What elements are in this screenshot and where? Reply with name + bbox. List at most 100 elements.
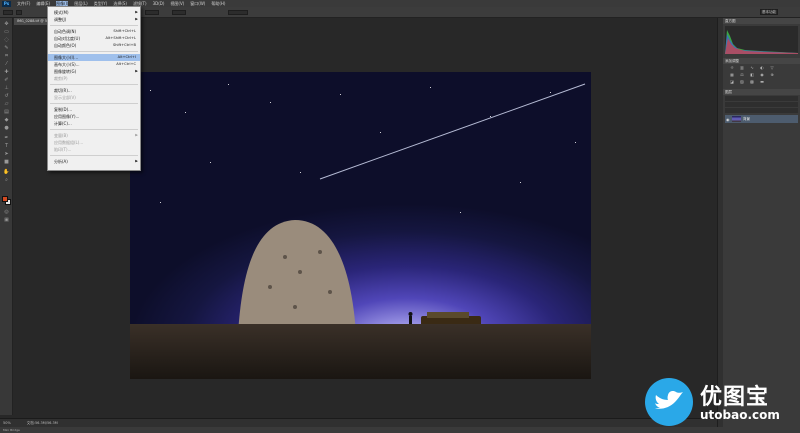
screen-mode-icon[interactable]: ▣ <box>3 218 10 223</box>
quick-mask-icon[interactable]: ◎ <box>3 210 10 215</box>
dodge-tool-icon[interactable]: ● <box>3 126 10 131</box>
image-menu-dropdown: 模式(M) ▶ 调整(J) ▶ 自动色调(N) Shift+Ctrl+L 自动对比度(U) A… <box>47 6 141 171</box>
watermark-name: 优图宝 <box>700 385 770 410</box>
document-image <box>130 72 591 379</box>
refine-edge-button[interactable] <box>228 10 248 15</box>
posterize-icon[interactable]: ▨ <box>739 79 745 84</box>
lock-row[interactable] <box>725 108 798 113</box>
gradient-tool-icon[interactable]: ▤ <box>3 110 10 115</box>
type-tool-icon[interactable]: T <box>3 144 10 149</box>
path-select-tool-icon[interactable]: ➤ <box>3 152 10 157</box>
foreground-color-swatch[interactable] <box>2 196 8 202</box>
workspace-select[interactable]: 基本功能 <box>760 9 778 15</box>
black-white-icon[interactable]: ◧ <box>749 72 755 77</box>
layers-tab[interactable]: 图层 <box>723 89 800 95</box>
menu-item-label: 分析(A) <box>54 159 68 164</box>
submenu-arrow-icon: ▶ <box>135 17 138 21</box>
bird-icon <box>655 391 683 409</box>
submenu-arrow-icon: ▶ <box>135 69 138 73</box>
blur-tool-icon[interactable]: ◆ <box>3 118 10 123</box>
menu-help[interactable]: 帮助(H) <box>211 1 225 7</box>
image-menu-item: 应用数据组(L)... <box>48 139 140 146</box>
image-menu-item[interactable]: 计算(C)... <box>48 120 140 127</box>
menu-file[interactable]: 文件(F) <box>17 1 30 7</box>
channel-mixer-icon[interactable]: ⊕ <box>769 72 775 77</box>
image-menu-item[interactable]: 图像大小(I)... Alt+Ctrl+I <box>48 54 140 61</box>
image-menu-item[interactable]: 应用图像(Y)... <box>48 113 140 120</box>
document-size[interactable]: 文档:56.3M/56.3M <box>27 421 58 426</box>
image-menu-item[interactable]: 自动色调(N) Shift+Ctrl+L <box>48 28 140 35</box>
blend-mode-row[interactable] <box>725 102 798 107</box>
mini-bridge-tab[interactable]: Mini Bridge <box>3 428 20 432</box>
exposure-icon[interactable]: ◐ <box>759 65 765 70</box>
layer-background[interactable]: ◉ 背景 <box>725 115 798 123</box>
image-menu-item[interactable]: 复制(D)... <box>48 106 140 113</box>
image-menu-item[interactable]: 画布大小(S)... Alt+Ctrl+C <box>48 61 140 68</box>
histogram-tab[interactable]: 直方图 <box>723 18 800 24</box>
image-menu-item[interactable]: 自动对比度(U) Alt+Shift+Ctrl+L <box>48 35 140 42</box>
ground <box>130 324 591 379</box>
levels-icon[interactable]: ▥ <box>739 65 745 70</box>
mini-bridge-bar: Mini Bridge <box>0 427 800 433</box>
menu-item-label: 陷印(T)... <box>54 147 72 152</box>
gradient-map-icon[interactable]: ▬ <box>759 79 765 84</box>
zoom-level[interactable]: 50% <box>3 421 11 425</box>
pen-tool-icon[interactable]: ✒ <box>3 136 10 141</box>
eraser-tool-icon[interactable]: ▱ <box>3 102 10 107</box>
menu-item-label: 复制(D)... <box>54 107 73 112</box>
image-menu-item[interactable]: 自动颜色(O) Shift+Ctrl+B <box>48 42 140 49</box>
healing-brush-tool-icon[interactable]: ✚ <box>3 70 10 75</box>
menu-3d[interactable]: 3D(D) <box>153 1 165 6</box>
image-menu-item[interactable]: 分析(A) ▶ <box>48 158 140 165</box>
invert-icon[interactable]: ◪ <box>729 79 735 84</box>
tools-panel: ✥ ▭ ◌ ✎ ⌗ ⁄ ✚ ✐ ⊥ ↺ ▱ ▤ ◆ ● ✒ T ➤ ■ ✋ ⌕ … <box>0 18 13 415</box>
right-panels: 直方图 添加调整 ☼ ▥ ∿ ◐ ▽ ▦ ⚖ ◧ ◉ ⊕ ◪ ▨ ▩ ▬ 图层 … <box>723 18 800 427</box>
marquee-tool-icon[interactable]: ▭ <box>3 30 10 35</box>
hue-saturation-icon[interactable]: ▦ <box>729 72 735 77</box>
ps-logo: Ps <box>2 0 11 7</box>
menu-item-label: 图像大小(I)... <box>54 55 79 60</box>
layer-filter-row[interactable] <box>725 96 798 101</box>
menu-item-label: 图像旋转(G) <box>54 69 77 74</box>
color-balance-icon[interactable]: ⚖ <box>739 72 745 77</box>
lasso-tool-icon[interactable]: ◌ <box>3 38 10 43</box>
watermark-url: utobao.com <box>700 408 780 422</box>
history-brush-tool-icon[interactable]: ↺ <box>3 94 10 99</box>
option-field[interactable] <box>172 10 186 15</box>
brush-tool-icon[interactable]: ✐ <box>3 78 10 83</box>
eye-icon[interactable]: ◉ <box>726 117 730 122</box>
eyedropper-tool-icon[interactable]: ⁄ <box>3 62 10 67</box>
clone-stamp-tool-icon[interactable]: ⊥ <box>3 86 10 91</box>
image-menu-item: 陷印(T)... <box>48 146 140 153</box>
image-menu-item[interactable]: 裁切(R)... <box>48 87 140 94</box>
curves-icon[interactable]: ∿ <box>749 65 755 70</box>
menu-separator <box>50 103 138 104</box>
menu-separator <box>50 84 138 85</box>
menu-item-label: 画布大小(S)... <box>54 62 80 67</box>
layer-name: 背景 <box>743 116 750 121</box>
option-toggle[interactable] <box>16 10 22 15</box>
menu-window[interactable]: 窗口(W) <box>190 1 205 7</box>
brightness-icon[interactable]: ☼ <box>729 65 735 70</box>
adjustments-row: ▦ ⚖ ◧ ◉ ⊕ <box>723 71 800 78</box>
threshold-icon[interactable]: ▩ <box>749 79 755 84</box>
quick-select-tool-icon[interactable]: ✎ <box>3 46 10 51</box>
image-menu-item[interactable]: 图像旋转(G) ▶ <box>48 68 140 75</box>
meteor-trail <box>319 83 586 180</box>
move-tool-icon[interactable]: ✥ <box>3 22 10 27</box>
vibrance-icon[interactable]: ▽ <box>769 65 775 70</box>
image-menu-item: 显示全部(V) <box>48 94 140 101</box>
photo-filter-icon[interactable]: ◉ <box>759 72 765 77</box>
zoom-tool-icon[interactable]: ⌕ <box>3 178 10 183</box>
hand-tool-icon[interactable]: ✋ <box>3 170 10 175</box>
shape-tool-icon[interactable]: ■ <box>3 160 10 165</box>
image-menu-item[interactable]: 调整(J) ▶ <box>48 16 140 23</box>
menu-separator <box>50 51 138 52</box>
menu-view[interactable]: 视图(V) <box>170 1 184 7</box>
image-menu-item[interactable]: 模式(M) ▶ <box>48 9 140 16</box>
submenu-arrow-icon: ▶ <box>135 159 138 163</box>
crop-tool-icon[interactable]: ⌗ <box>3 54 10 59</box>
tool-preset-picker[interactable] <box>3 10 13 15</box>
menu-item-label: 变量(B) <box>54 133 68 138</box>
option-field[interactable] <box>145 10 159 15</box>
